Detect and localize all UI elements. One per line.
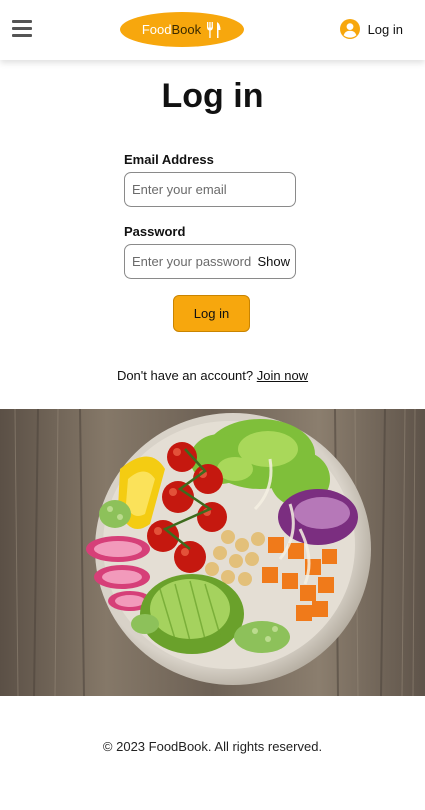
header-login-label: Log in (367, 21, 403, 37)
footer-copyright: © 2023 FoodBook. All rights reserved. (102, 739, 323, 754)
show-password-button[interactable]: Show (257, 245, 290, 278)
header-login-link[interactable]: Log in (339, 18, 403, 40)
password-field[interactable] (132, 245, 256, 278)
logo-text-food: Food (141, 22, 172, 37)
password-field-box: Show (124, 244, 296, 279)
email-field-box (124, 172, 296, 207)
password-label: Password (124, 224, 186, 239)
hero-salad-image (0, 409, 425, 696)
page-title: Log in (161, 77, 264, 115)
user-circle-icon (339, 19, 360, 39)
foodbook-logo[interactable]: Food Book (120, 12, 244, 47)
signup-prompt: Don't have an account? Join now (0, 368, 425, 383)
logo-text-book: Book (171, 22, 202, 37)
site-header: Food Book Log in (0, 0, 425, 60)
join-now-link[interactable]: Join now (257, 368, 308, 383)
email-field[interactable] (132, 173, 290, 206)
email-label: Email Address (124, 152, 214, 167)
signup-prompt-text: Don't have an account? (116, 368, 257, 383)
fork-knife-icon (206, 21, 222, 39)
login-submit-button[interactable]: Log in (173, 295, 250, 332)
hamburger-menu-icon[interactable] (12, 20, 32, 38)
